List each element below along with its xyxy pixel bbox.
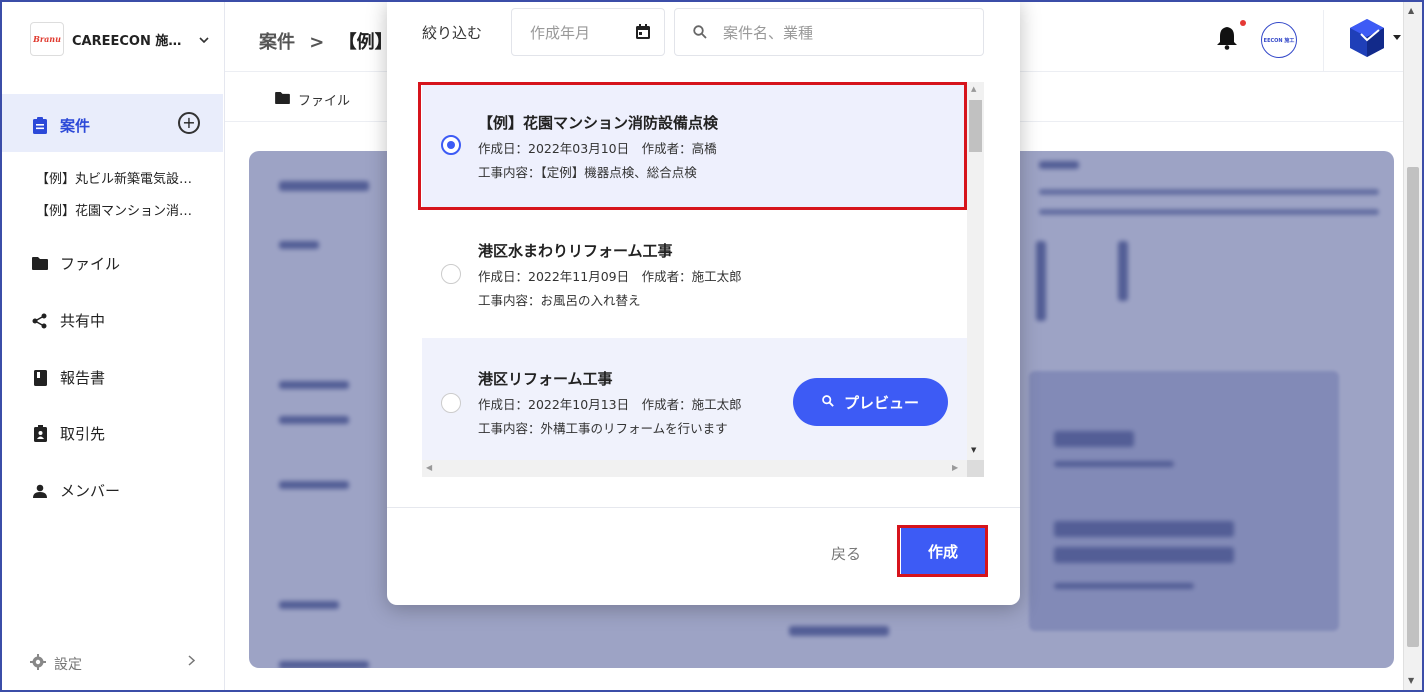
item-meta: 工事内容：お風呂の入れ替え	[478, 293, 641, 308]
folder-icon	[275, 91, 290, 108]
highlight-create-button	[897, 525, 988, 577]
settings-label: 設定	[54, 657, 82, 673]
search-icon	[693, 25, 707, 43]
sidebar: Branu CAREECON 施… 案件 + 【例】丸ビル新築電気設… 【例】花…	[2, 2, 225, 690]
sidebar-item-shared[interactable]: 共有中	[32, 310, 105, 331]
search-placeholder: 案件名、業種	[723, 23, 814, 42]
caret-down-icon[interactable]	[1393, 32, 1401, 43]
tab-label: ファイル	[298, 94, 351, 109]
preview-label: プレビュー	[843, 393, 919, 412]
sidebar-item-label: 共有中	[60, 312, 106, 330]
item-title: 港区水まわりリフォーム工事	[478, 242, 673, 260]
chevron-down-icon	[199, 33, 209, 46]
search-input[interactable]: 案件名、業種	[674, 8, 984, 56]
add-project-button[interactable]: +	[178, 112, 200, 134]
sidebar-item-members[interactable]: メンバー	[32, 480, 120, 501]
created-month-input[interactable]: 作成年月	[511, 8, 665, 56]
sidebar-item-label: 報告書	[60, 369, 106, 387]
item-meta: 作成日：2022年10月13日 作成者：施工太郎	[478, 397, 742, 412]
share-icon	[32, 313, 48, 329]
user-avatar-icon[interactable]	[1349, 18, 1385, 62]
bell-icon[interactable]	[1217, 26, 1237, 54]
chevron-right-icon	[188, 654, 196, 670]
scrollbar-thumb[interactable]	[1407, 167, 1419, 647]
calendar-icon[interactable]	[636, 24, 650, 43]
clipboard-icon	[32, 117, 48, 134]
notification-dot	[1240, 20, 1246, 26]
sidebar-item-label: 案件	[60, 117, 91, 135]
radio-button[interactable]	[441, 393, 461, 413]
scroll-left-arrow-icon[interactable]: ◀	[426, 463, 432, 472]
list-item[interactable]: 港区水まわりリフォーム工事 作成日：2022年11月09日 作成者：施工太郎 工…	[422, 210, 967, 338]
list-horizontal-scrollbar[interactable]: ◀ ▶	[422, 460, 967, 477]
scrollbar-thumb[interactable]	[969, 100, 982, 152]
filter-label: 絞り込む	[422, 24, 483, 42]
org-switcher[interactable]: Branu CAREECON 施…	[30, 22, 209, 56]
sidebar-item-label: 取引先	[60, 425, 106, 443]
sidebar-item-files[interactable]: ファイル	[32, 253, 120, 274]
zoom-icon	[822, 393, 834, 411]
scroll-down-arrow-icon[interactable]: ▼	[1408, 676, 1414, 685]
breadcrumb-current: 【例】	[338, 32, 393, 53]
recent-project-item[interactable]: 【例】花園マンション消…	[36, 200, 192, 219]
radio-button[interactable]	[441, 264, 461, 284]
scroll-up-arrow-icon[interactable]: ▲	[971, 85, 976, 93]
scroll-up-arrow-icon[interactable]: ▲	[1408, 6, 1414, 15]
sidebar-item-clients[interactable]: 取引先	[32, 423, 105, 444]
tab-files[interactable]: ファイル	[275, 90, 350, 109]
scroll-right-arrow-icon[interactable]: ▶	[952, 463, 958, 472]
folder-icon	[32, 256, 48, 272]
company-avatar[interactable]: EECON 施工	[1261, 22, 1297, 58]
scroll-down-arrow-icon[interactable]: ▼	[971, 446, 976, 454]
item-meta: 工事内容：外構工事のリフォームを行います	[478, 421, 728, 436]
item-meta: 作成日：2022年11月09日 作成者：施工太郎	[478, 269, 742, 284]
sidebar-item-projects[interactable]: 案件	[32, 115, 90, 136]
page-scrollbar[interactable]: ▲ ▼	[1403, 2, 1422, 690]
date-placeholder: 作成年月	[530, 23, 591, 42]
item-title: 港区リフォーム工事	[478, 370, 613, 388]
settings-link[interactable]: 設定	[30, 654, 82, 674]
sidebar-item-label: ファイル	[60, 255, 121, 273]
scroll-corner	[967, 460, 984, 477]
breadcrumb-root[interactable]: 案件	[259, 32, 295, 53]
brand-logo: Branu	[30, 22, 64, 56]
modal-footer-divider	[387, 507, 1020, 508]
book-icon	[32, 369, 48, 386]
back-button[interactable]: 戻る	[831, 543, 861, 564]
breadcrumb: 案件 > 【例】	[259, 28, 393, 54]
breadcrumb-separator: >	[309, 32, 325, 53]
sidebar-item-label: メンバー	[60, 482, 121, 500]
list-scrollbar[interactable]: ▲ ▼	[967, 82, 984, 460]
gear-icon	[30, 654, 46, 674]
org-name: CAREECON 施…	[72, 33, 182, 49]
badge-icon	[32, 425, 48, 442]
person-icon	[32, 483, 48, 499]
recent-project-item[interactable]: 【例】丸ビル新築電気設…	[36, 168, 192, 187]
preview-button[interactable]: プレビュー	[793, 378, 948, 426]
highlight-selected-template	[418, 82, 967, 210]
sidebar-item-reports[interactable]: 報告書	[32, 367, 105, 388]
header-divider	[1323, 10, 1324, 72]
